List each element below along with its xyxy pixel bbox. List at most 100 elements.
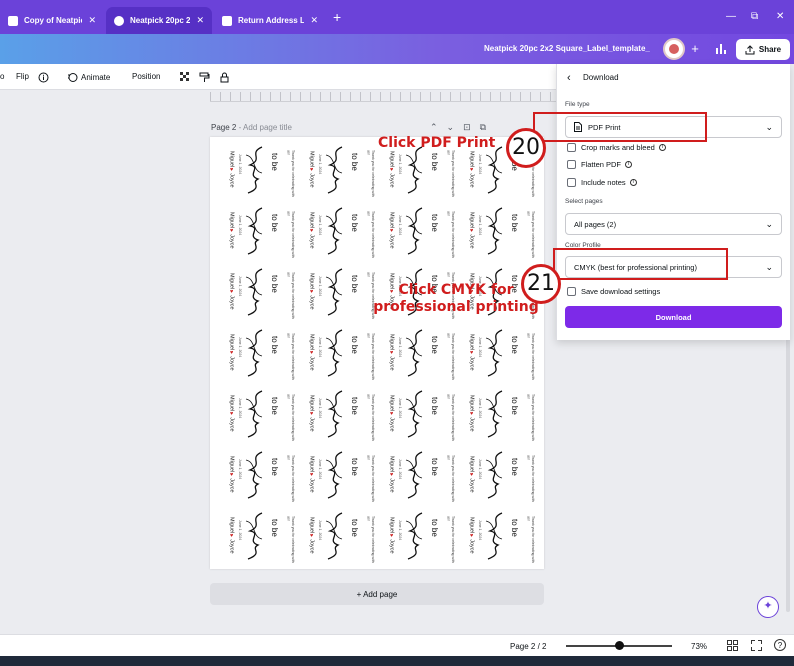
add-page-button[interactable]: + Add page [210, 583, 544, 605]
download-panel: ‹ Download File type PDF Print ⌄ Crop ma… [556, 64, 790, 340]
label-tile[interactable]: Miguel♥JoyceJune 1, 2024to beThank you f… [384, 200, 464, 261]
label-tile[interactable]: Miguel♥JoyceJune 1, 2024to beThank you f… [224, 261, 304, 322]
heart-icon: ♥ [388, 167, 395, 174]
download-button[interactable]: Download [565, 306, 782, 328]
label-names: Miguel♥Joyce [308, 456, 315, 493]
info-icon[interactable]: i [625, 161, 633, 168]
os-taskbar [0, 656, 794, 666]
share-button[interactable]: Share [736, 39, 790, 60]
paint-format-button[interactable] [199, 72, 213, 83]
info-button[interactable] [38, 72, 52, 83]
label-to-be: to be [350, 458, 359, 476]
flatten-pdf-checkbox[interactable]: Flatten PDF i [567, 160, 633, 169]
save-settings-checkbox[interactable]: Save download settings [567, 287, 660, 296]
duplicate-icon[interactable]: ⧉ [480, 122, 495, 132]
script-lettering-icon [405, 390, 423, 438]
label-tile[interactable]: Miguel♥JoyceJune 1, 2024to beThank you f… [304, 322, 384, 383]
heart-icon: ♥ [308, 228, 315, 235]
label-tile[interactable]: Miguel♥JoyceJune 1, 2024to beThank you f… [384, 322, 464, 383]
page-label: Page 2 [211, 123, 237, 132]
label-tile[interactable]: Miguel♥JoyceJune 1, 2024to beThank you f… [224, 383, 304, 444]
heart-icon: ♥ [468, 228, 475, 235]
label-to-be: to be [270, 275, 279, 293]
label-tile[interactable]: Miguel♥JoyceJune 1, 2024to beThank you f… [304, 200, 384, 261]
insights-button[interactable] [712, 40, 730, 58]
grid-view-icon[interactable] [727, 640, 738, 651]
label-tile[interactable]: Miguel♥JoyceJune 1, 2024to beThank you f… [224, 200, 304, 261]
label-tile[interactable]: Miguel♥JoyceJune 1, 2024to beThank you f… [384, 505, 464, 566]
position-button[interactable]: Position [132, 72, 160, 81]
label-to-be: to be [510, 519, 519, 537]
label-to-be: to be [270, 153, 279, 171]
info-icon[interactable]: i [629, 179, 637, 186]
help-button[interactable]: ? [774, 639, 786, 651]
close-icon[interactable]: ✕ [196, 15, 204, 26]
flip-button[interactable]: Flip [16, 72, 29, 81]
maximize-button[interactable]: ⧉ [751, 11, 758, 22]
tab-label: Neatpick 20pc 2x2 [130, 16, 191, 25]
label-tile[interactable]: Miguel♥JoyceJune 1, 2024to beThank you f… [304, 505, 384, 566]
lock-button[interactable] [219, 72, 233, 83]
chevron-up-icon[interactable]: ⌃ [430, 122, 447, 132]
toolbar-cut-label[interactable]: o [0, 72, 4, 81]
label-names: Miguel♥Joyce [468, 212, 475, 249]
crop-marks-checkbox[interactable]: Crop marks and bleed i [567, 143, 666, 152]
label-tile[interactable]: Miguel♥JoyceJune 1, 2024to beThank you f… [224, 505, 304, 566]
page-title[interactable]: Page 2 - Add page title [211, 123, 292, 132]
label-to-be: to be [350, 214, 359, 232]
label-thanks: Thank you for celebrating with us! [286, 394, 296, 441]
script-lettering-icon [245, 329, 263, 377]
magic-sparkle-button[interactable]: ✦ [757, 596, 779, 618]
script-lettering-icon [245, 207, 263, 255]
label-names: Miguel♥Joyce [468, 456, 475, 493]
fullscreen-icon[interactable] [751, 640, 762, 651]
design-page[interactable]: Miguel♥Joyce June 1, 2024 to be Thank you f… [210, 137, 544, 569]
annotation-step20-text: Click PDF Print [378, 135, 496, 151]
label-tile[interactable]: Miguel♥JoyceJune 1, 2024to beThank you f… [224, 322, 304, 383]
script-lettering-icon [245, 512, 263, 560]
back-chevron-icon[interactable]: ‹ [567, 72, 571, 84]
select-pages-dropdown[interactable]: All pages (2) ⌄ [565, 213, 782, 235]
zoom-level[interactable]: 73% [691, 642, 707, 651]
close-icon[interactable]: ✕ [88, 15, 96, 26]
heart-icon: ♥ [228, 472, 235, 479]
include-notes-checkbox[interactable]: Include notes i [567, 178, 637, 187]
avatar[interactable] [663, 38, 685, 60]
annotation-step21-line1: Click CMYK for [398, 282, 514, 298]
animate-button[interactable]: Animate [67, 72, 110, 83]
info-icon[interactable]: i [658, 144, 666, 151]
transparency-button[interactable] [180, 72, 194, 83]
script-lettering-icon [485, 329, 503, 377]
script-lettering-icon [245, 268, 263, 316]
page-indicator[interactable]: Page 2 / 2 [510, 642, 546, 651]
close-icon[interactable]: ✕ [310, 15, 318, 26]
checkerboard-icon [180, 72, 189, 81]
canva-favicon-icon [8, 15, 18, 26]
label-tile[interactable]: Miguel♥JoyceJune 1, 2024to beThank you f… [304, 444, 384, 505]
label-tile[interactable]: Miguel♥JoyceJune 1, 2024to beThank you f… [384, 444, 464, 505]
browser-tab-copy[interactable]: Copy of Neatpick ✕ [0, 7, 104, 34]
label-thanks: Thank you for celebrating with us! [366, 333, 376, 380]
zoom-slider-knob[interactable] [615, 641, 624, 650]
chevron-down-icon[interactable]: ⌄ [447, 122, 464, 132]
label-tile[interactable]: Miguel♥JoyceJune 1, 2024to beThank you f… [224, 444, 304, 505]
new-tab-button[interactable]: + [333, 9, 341, 25]
label-tile[interactable]: Miguel♥JoyceJune 1, 2024to beThank you f… [224, 139, 304, 200]
document-title[interactable]: Neatpick 20pc 2x2 Square_Label_template_ [484, 44, 650, 53]
label-tile[interactable]: Miguel♥JoyceJune 1, 2024to beThank you f… [304, 383, 384, 444]
browser-tab-return-address[interactable]: Return Address La... ✕ [214, 7, 326, 34]
label-tile[interactable]: Miguel♥JoyceJune 1, 2024to beThank you f… [464, 383, 544, 444]
label-tile[interactable]: Miguel♥JoyceJune 1, 2024to beThank you f… [464, 322, 544, 383]
label-tile[interactable]: Miguel♥JoyceJune 1, 2024to beThank you f… [464, 200, 544, 261]
browser-tab-neatpick[interactable]: Neatpick 20pc 2x2 ✕ [106, 7, 212, 34]
add-collaborator-button[interactable]: + [686, 40, 704, 58]
label-tile[interactable]: Miguel♥JoyceJune 1, 2024to beThank you f… [464, 505, 544, 566]
label-tile[interactable]: Miguel♥JoyceJune 1, 2024to beThank you f… [304, 139, 384, 200]
heart-icon: ♥ [388, 411, 395, 418]
lock-icon[interactable]: ⊡ [463, 122, 480, 132]
label-tile[interactable]: Miguel♥JoyceJune 1, 2024to beThank you f… [464, 444, 544, 505]
minimize-button[interactable]: — [726, 11, 736, 22]
window-close-button[interactable]: ✕ [776, 11, 784, 22]
label-tile[interactable]: Miguel♥JoyceJune 1, 2024to beThank you f… [384, 383, 464, 444]
script-lettering-icon [485, 512, 503, 560]
